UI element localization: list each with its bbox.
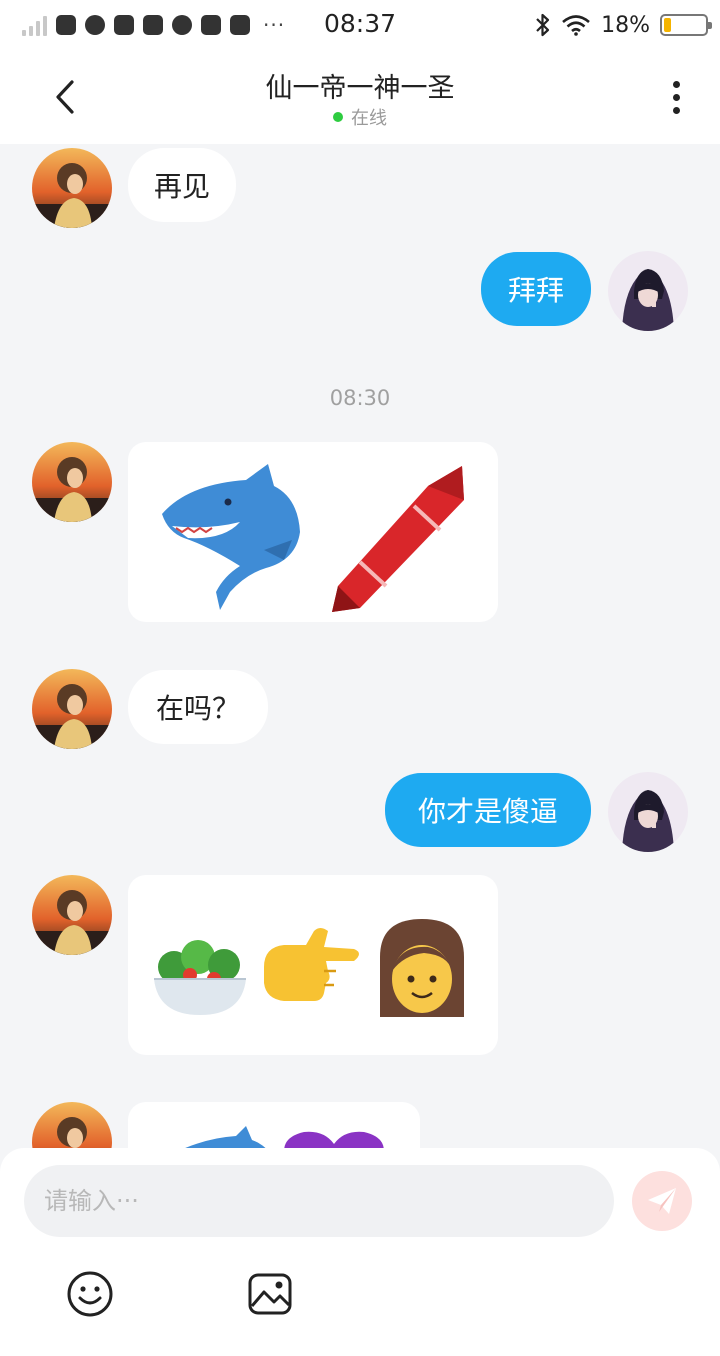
emoji-message-card[interactable] <box>128 442 498 622</box>
contact-avatar[interactable] <box>32 875 112 955</box>
more-options-button[interactable] <box>656 74 696 120</box>
message-input[interactable] <box>24 1165 614 1237</box>
send-icon <box>648 1188 676 1214</box>
my-avatar[interactable] <box>608 251 688 331</box>
timestamp: 08:30 <box>329 386 391 410</box>
shark-icon <box>185 1126 266 1148</box>
my-avatar-image <box>608 772 688 852</box>
emoji-message-card[interactable] <box>128 875 498 1055</box>
more-dot-icon <box>672 93 680 101</box>
more-dot-icon <box>672 106 680 114</box>
composer-bar <box>0 1148 720 1356</box>
wifi-icon <box>562 15 590 36</box>
contact-avatar[interactable] <box>32 442 112 522</box>
status-bar: ··· 08:37 18% <box>0 0 720 50</box>
image-icon <box>248 1273 292 1315</box>
message-text: 拜拜 <box>507 274 564 307</box>
crayon-icon <box>332 466 464 612</box>
presence-label: 在线 <box>351 108 387 129</box>
message-bubble-received[interactable]: 在吗？ <box>128 670 268 744</box>
my-avatar[interactable] <box>608 772 688 852</box>
message-bubble-sent[interactable]: 你才是傻逼 <box>385 773 591 847</box>
message-bubble-sent[interactable]: 拜拜 <box>481 252 591 326</box>
chat-header: 仙一帝一神一圣 在线 <box>0 50 720 144</box>
emoji-icon <box>67 1271 113 1317</box>
battery-percentage: 18% <box>601 12 650 38</box>
contact-avatar-image <box>32 669 112 749</box>
woman-icon <box>380 919 464 1017</box>
contact-avatar[interactable] <box>32 669 112 749</box>
contact-avatar-image <box>32 875 112 955</box>
emoji-message-card[interactable] <box>128 1102 420 1148</box>
message-text: 在吗？ <box>155 692 240 725</box>
contact-avatar[interactable] <box>32 1102 112 1148</box>
emoji-button[interactable] <box>66 1270 114 1318</box>
battery-level <box>664 18 672 32</box>
salad-icon <box>154 940 246 1015</box>
online-dot-icon <box>333 112 343 122</box>
emoji-content <box>154 919 464 1017</box>
my-avatar-image <box>608 251 688 331</box>
message-list[interactable]: 再见 拜拜 08:30 在吗？ 你才是傻逼 <box>0 144 720 1148</box>
bluetooth-icon <box>536 13 550 37</box>
battery-icon <box>660 14 712 36</box>
contact-avatar-image <box>32 148 112 228</box>
message-text: 你才是傻逼 <box>417 795 558 828</box>
contact-avatar[interactable] <box>32 148 112 228</box>
send-button[interactable] <box>632 1171 692 1231</box>
emoji-content <box>162 464 464 612</box>
presence-status: 在线 <box>0 104 720 130</box>
image-button[interactable] <box>246 1270 294 1318</box>
contact-name: 仙一帝一神一圣 <box>265 73 455 104</box>
message-text: 再见 <box>153 170 210 203</box>
more-dot-icon <box>672 80 680 88</box>
emoji-content <box>185 1126 384 1148</box>
shark-icon <box>162 464 300 610</box>
pointing-right-icon <box>264 928 359 1001</box>
purple-heart-icon <box>284 1131 384 1148</box>
contact-avatar-image <box>32 442 112 522</box>
contact-avatar-image <box>32 1102 112 1148</box>
message-bubble-received[interactable]: 再见 <box>128 148 236 222</box>
